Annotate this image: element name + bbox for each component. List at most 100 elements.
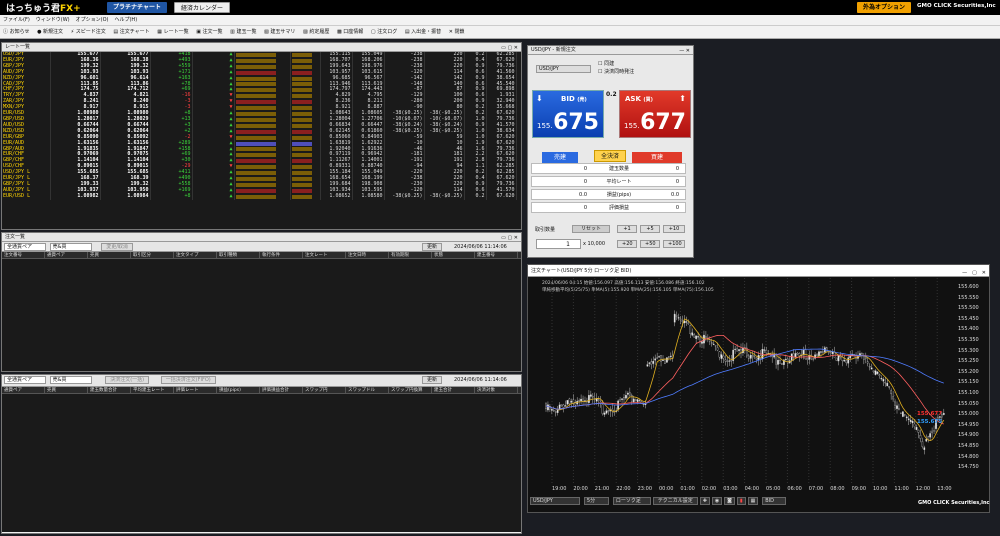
menu-help[interactable]: ヘルプ(H) [114, 17, 137, 23]
toolbar-execution-history[interactable]: ▨ 約定履歴 [303, 29, 329, 35]
step-plus50[interactable]: +50 [640, 240, 660, 248]
chart-timeframe-select[interactable]: 5分 [583, 497, 609, 505]
ask-buy-button[interactable]: ASK (買) ⬆ 155. 677 [619, 90, 691, 138]
crosshair-icon[interactable]: ✚ [699, 497, 710, 505]
buy-open-button[interactable]: 買建 [632, 152, 682, 163]
candle-body [909, 419, 912, 422]
sell-open-button[interactable]: 売建 [542, 152, 578, 163]
menu-window[interactable]: ウィンドウ(W) [36, 17, 70, 23]
column-header[interactable]: 損益(pips) [217, 387, 260, 393]
chart-ask-price: 155.677 [917, 411, 943, 417]
column-header[interactable]: スワップ円換算 [389, 387, 432, 393]
window-controls[interactable]: ▭ ▢ ✕ [501, 44, 518, 53]
candlestick-chart[interactable] [540, 278, 954, 484]
menu-option[interactable]: オプション(O) [76, 17, 109, 23]
column-header[interactable]: 執行条件 [260, 252, 303, 258]
step-plus100[interactable]: +100 [663, 240, 685, 248]
economic-calendar-button[interactable]: 経済カレンダー [174, 2, 231, 13]
fx-option-button[interactable]: 外為オプション [857, 2, 912, 13]
toolbar-close[interactable]: ✕ 閉鎖 [449, 29, 465, 35]
window-controls[interactable]: — ✕ [679, 47, 690, 56]
candle-body [685, 321, 688, 323]
toolbar-speed-order[interactable]: ⚡ スピード注文 [71, 29, 106, 35]
step-plus1[interactable]: +1 [617, 225, 637, 233]
column-header[interactable]: 建玉数量合計 [88, 387, 131, 393]
bulk-settle-button[interactable]: 決済注文(一括) [105, 376, 150, 384]
column-header[interactable]: 注文タイプ [174, 252, 217, 258]
toolbar-rate-list[interactable]: ▦ レート一覧 [157, 29, 188, 35]
side-select[interactable]: 売&買 [49, 243, 92, 251]
fifo-settle-button[interactable]: 一括決済注文(FIFO) [160, 376, 216, 384]
platinum-chart-button[interactable]: プラチナチャート [107, 2, 167, 13]
candle-body [560, 404, 563, 406]
candle-body [784, 358, 787, 360]
column-header[interactable]: 売買 [45, 387, 88, 393]
y-tick-label: 154.950 [958, 421, 979, 428]
pair-select[interactable]: 全通貨ペア [4, 243, 46, 251]
column-header[interactable]: 決済対象 [475, 387, 518, 393]
column-header[interactable]: スワップドル [346, 387, 389, 393]
order-list-controls: 全通貨ペア 売&買 変更/取消 更新 2024/06/06 11:14:06 [2, 242, 521, 252]
order-list-header: 注文番号 通貨ペア 売買 取引区分 注文タイプ 取引種類 執行条件 注文レート 注文日時 有効期限… [2, 252, 521, 259]
column-header[interactable]: 注文番号 [2, 252, 45, 258]
rate-row[interactable]: EUR/USD L 1.08982 1.08984 +8 ▲ 1.08652 1.08580… [2, 193, 517, 200]
toolbar-position-summary[interactable]: ▧ 建玉サマリ [264, 29, 295, 35]
settings-icon[interactable]: ▦ [747, 497, 759, 505]
reset-button[interactable]: リセット [572, 225, 610, 233]
technical-settings-button[interactable]: テクニカル設定 [652, 497, 698, 505]
column-header[interactable]: 取引区分 [131, 252, 174, 258]
camera-icon[interactable]: ◙ [724, 497, 735, 505]
column-header[interactable]: 評価損益合計 [260, 387, 303, 393]
column-header[interactable]: 建玉合計 [432, 387, 475, 393]
toolbar-new-order[interactable]: ● 新規注文 [37, 29, 63, 35]
side-select[interactable]: 売&買 [49, 376, 92, 384]
chart-pair-select[interactable]: USD/JPY [530, 497, 580, 505]
x-tick-label: 05:00 [766, 486, 781, 492]
column-header[interactable]: スワップ円 [303, 387, 346, 393]
toolbar-position-list[interactable]: ▥ 建玉一覧 [230, 29, 256, 35]
pair-select[interactable]: 全通貨ペア [4, 376, 46, 384]
candle-body [829, 352, 832, 354]
refresh-button[interactable]: 更新 [422, 376, 443, 384]
column-header[interactable]: 状態 [432, 252, 475, 258]
column-header[interactable]: 通貨ペア [2, 387, 45, 393]
step-plus10[interactable]: +10 [663, 225, 685, 233]
column-header[interactable]: 建玉番号 [475, 252, 518, 258]
column-header[interactable]: 平均建玉レート [131, 387, 174, 393]
quantity-input[interactable]: 1 [536, 239, 581, 249]
candle-body [718, 351, 721, 358]
close-all-button[interactable]: 全決済 [594, 150, 626, 162]
change-cancel-button[interactable]: 変更/取消 [101, 243, 133, 251]
chart-side-select[interactable]: BID [762, 497, 787, 505]
candle-body [722, 355, 725, 359]
y-tick-label: 155.250 [958, 358, 979, 365]
toolbar-order-chart[interactable]: ▤ 注文チャート [113, 29, 149, 35]
column-header[interactable]: 取引種類 [217, 252, 260, 258]
y-tick-label: 155.600 [958, 284, 979, 290]
step-plus5[interactable]: +5 [640, 225, 660, 233]
settle-checkbox[interactable]: ☐ 決済同時発注 [598, 68, 634, 75]
currency-pair-select[interactable]: USD/JPY [536, 65, 591, 73]
zoom-icon[interactable]: ◉ [711, 497, 723, 505]
column-header[interactable]: 有効期限 [389, 252, 432, 258]
toolbar-order-list[interactable]: ▣ 注文一覧 [196, 29, 222, 35]
column-header[interactable]: 注文レート [303, 252, 346, 258]
trendline-icon[interactable]: ▮ [736, 497, 746, 505]
toolbar-order-log[interactable]: ▢ 注文ログ [371, 29, 397, 35]
column-header[interactable]: 売買 [88, 252, 131, 258]
column-header[interactable]: 通貨ペア [45, 252, 88, 258]
menu-file[interactable]: ファイル(F) [3, 17, 30, 23]
window-controls[interactable]: — ▢ ✕ [962, 267, 986, 279]
info-row-pips: 0.0 損益(pips) 0.0 [531, 189, 686, 200]
chart-type-select[interactable]: ローソク足 [612, 497, 651, 505]
bid-sell-button[interactable]: ⬇ BID (売) 155. 675 [532, 90, 604, 138]
column-header[interactable]: 注文日時 [346, 252, 389, 258]
toolbar-deposit[interactable]: ▤ 入出金・振替 [405, 29, 441, 35]
refresh-button[interactable]: 更新 [422, 243, 443, 251]
x-tick-label: 04:00 [744, 486, 760, 492]
step-plus20[interactable]: +20 [617, 240, 637, 248]
toolbar-news[interactable]: ⓘ お知らせ [3, 29, 30, 35]
toolbar-account-info[interactable]: ▩ 口座情報 [337, 29, 363, 35]
column-header[interactable]: 評価レート [174, 387, 217, 393]
hedge-checkbox[interactable]: ☐ 同建 [598, 60, 614, 67]
